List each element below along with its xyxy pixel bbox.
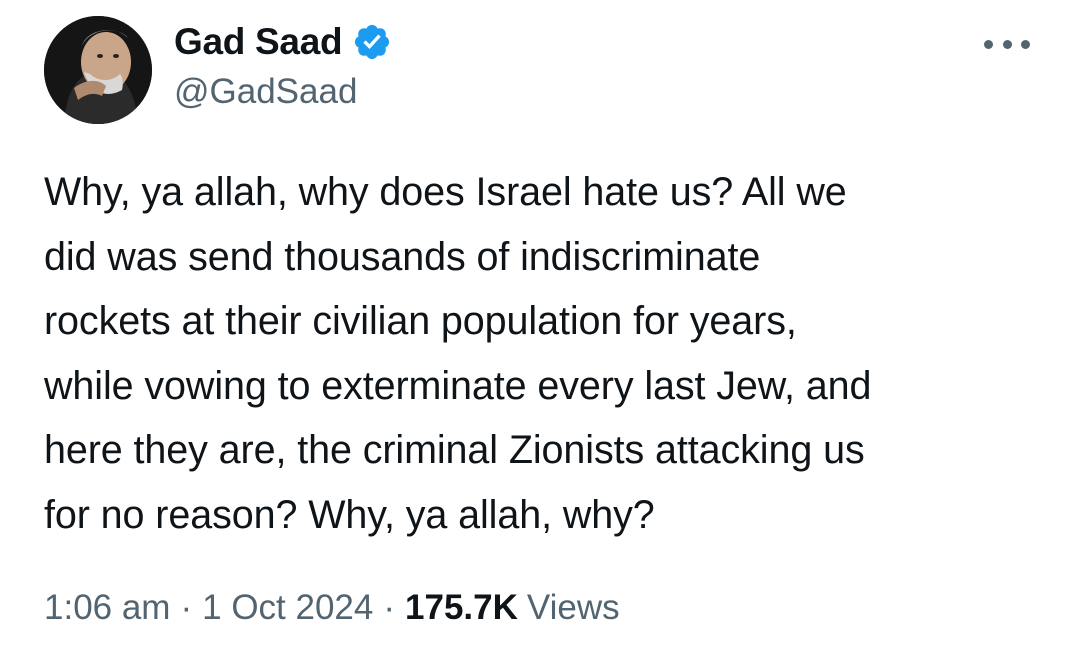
tweet-date[interactable]: 1 Oct 2024 <box>202 588 373 628</box>
more-dot <box>1002 39 1012 49</box>
meta-separator: · <box>180 588 193 627</box>
more-options-icon[interactable] <box>984 36 1030 52</box>
author-name-row: Gad Saad <box>174 18 392 66</box>
views-label: Views <box>526 588 620 627</box>
author-handle[interactable]: @GadSaad <box>174 72 357 112</box>
more-dot <box>1021 39 1030 49</box>
tweet-text: Why, ya allah, why does Israel hate us? … <box>44 170 872 537</box>
tweet-card: Gad Saad @GadSaad Why, ya allah, why doe… <box>0 0 1080 670</box>
author-display-name[interactable]: Gad Saad <box>174 21 343 63</box>
meta-separator: · <box>383 588 396 627</box>
avatar-photo <box>44 16 152 124</box>
tweet-meta: 1:06 am · 1 Oct 2024 · 175.7K Views <box>44 588 620 628</box>
verified-badge-icon[interactable] <box>352 22 392 62</box>
more-dot <box>984 39 993 49</box>
avatar[interactable] <box>44 16 152 124</box>
tweet-time[interactable]: 1:06 am <box>44 588 170 628</box>
views-count[interactable]: 175.7K <box>405 588 518 628</box>
